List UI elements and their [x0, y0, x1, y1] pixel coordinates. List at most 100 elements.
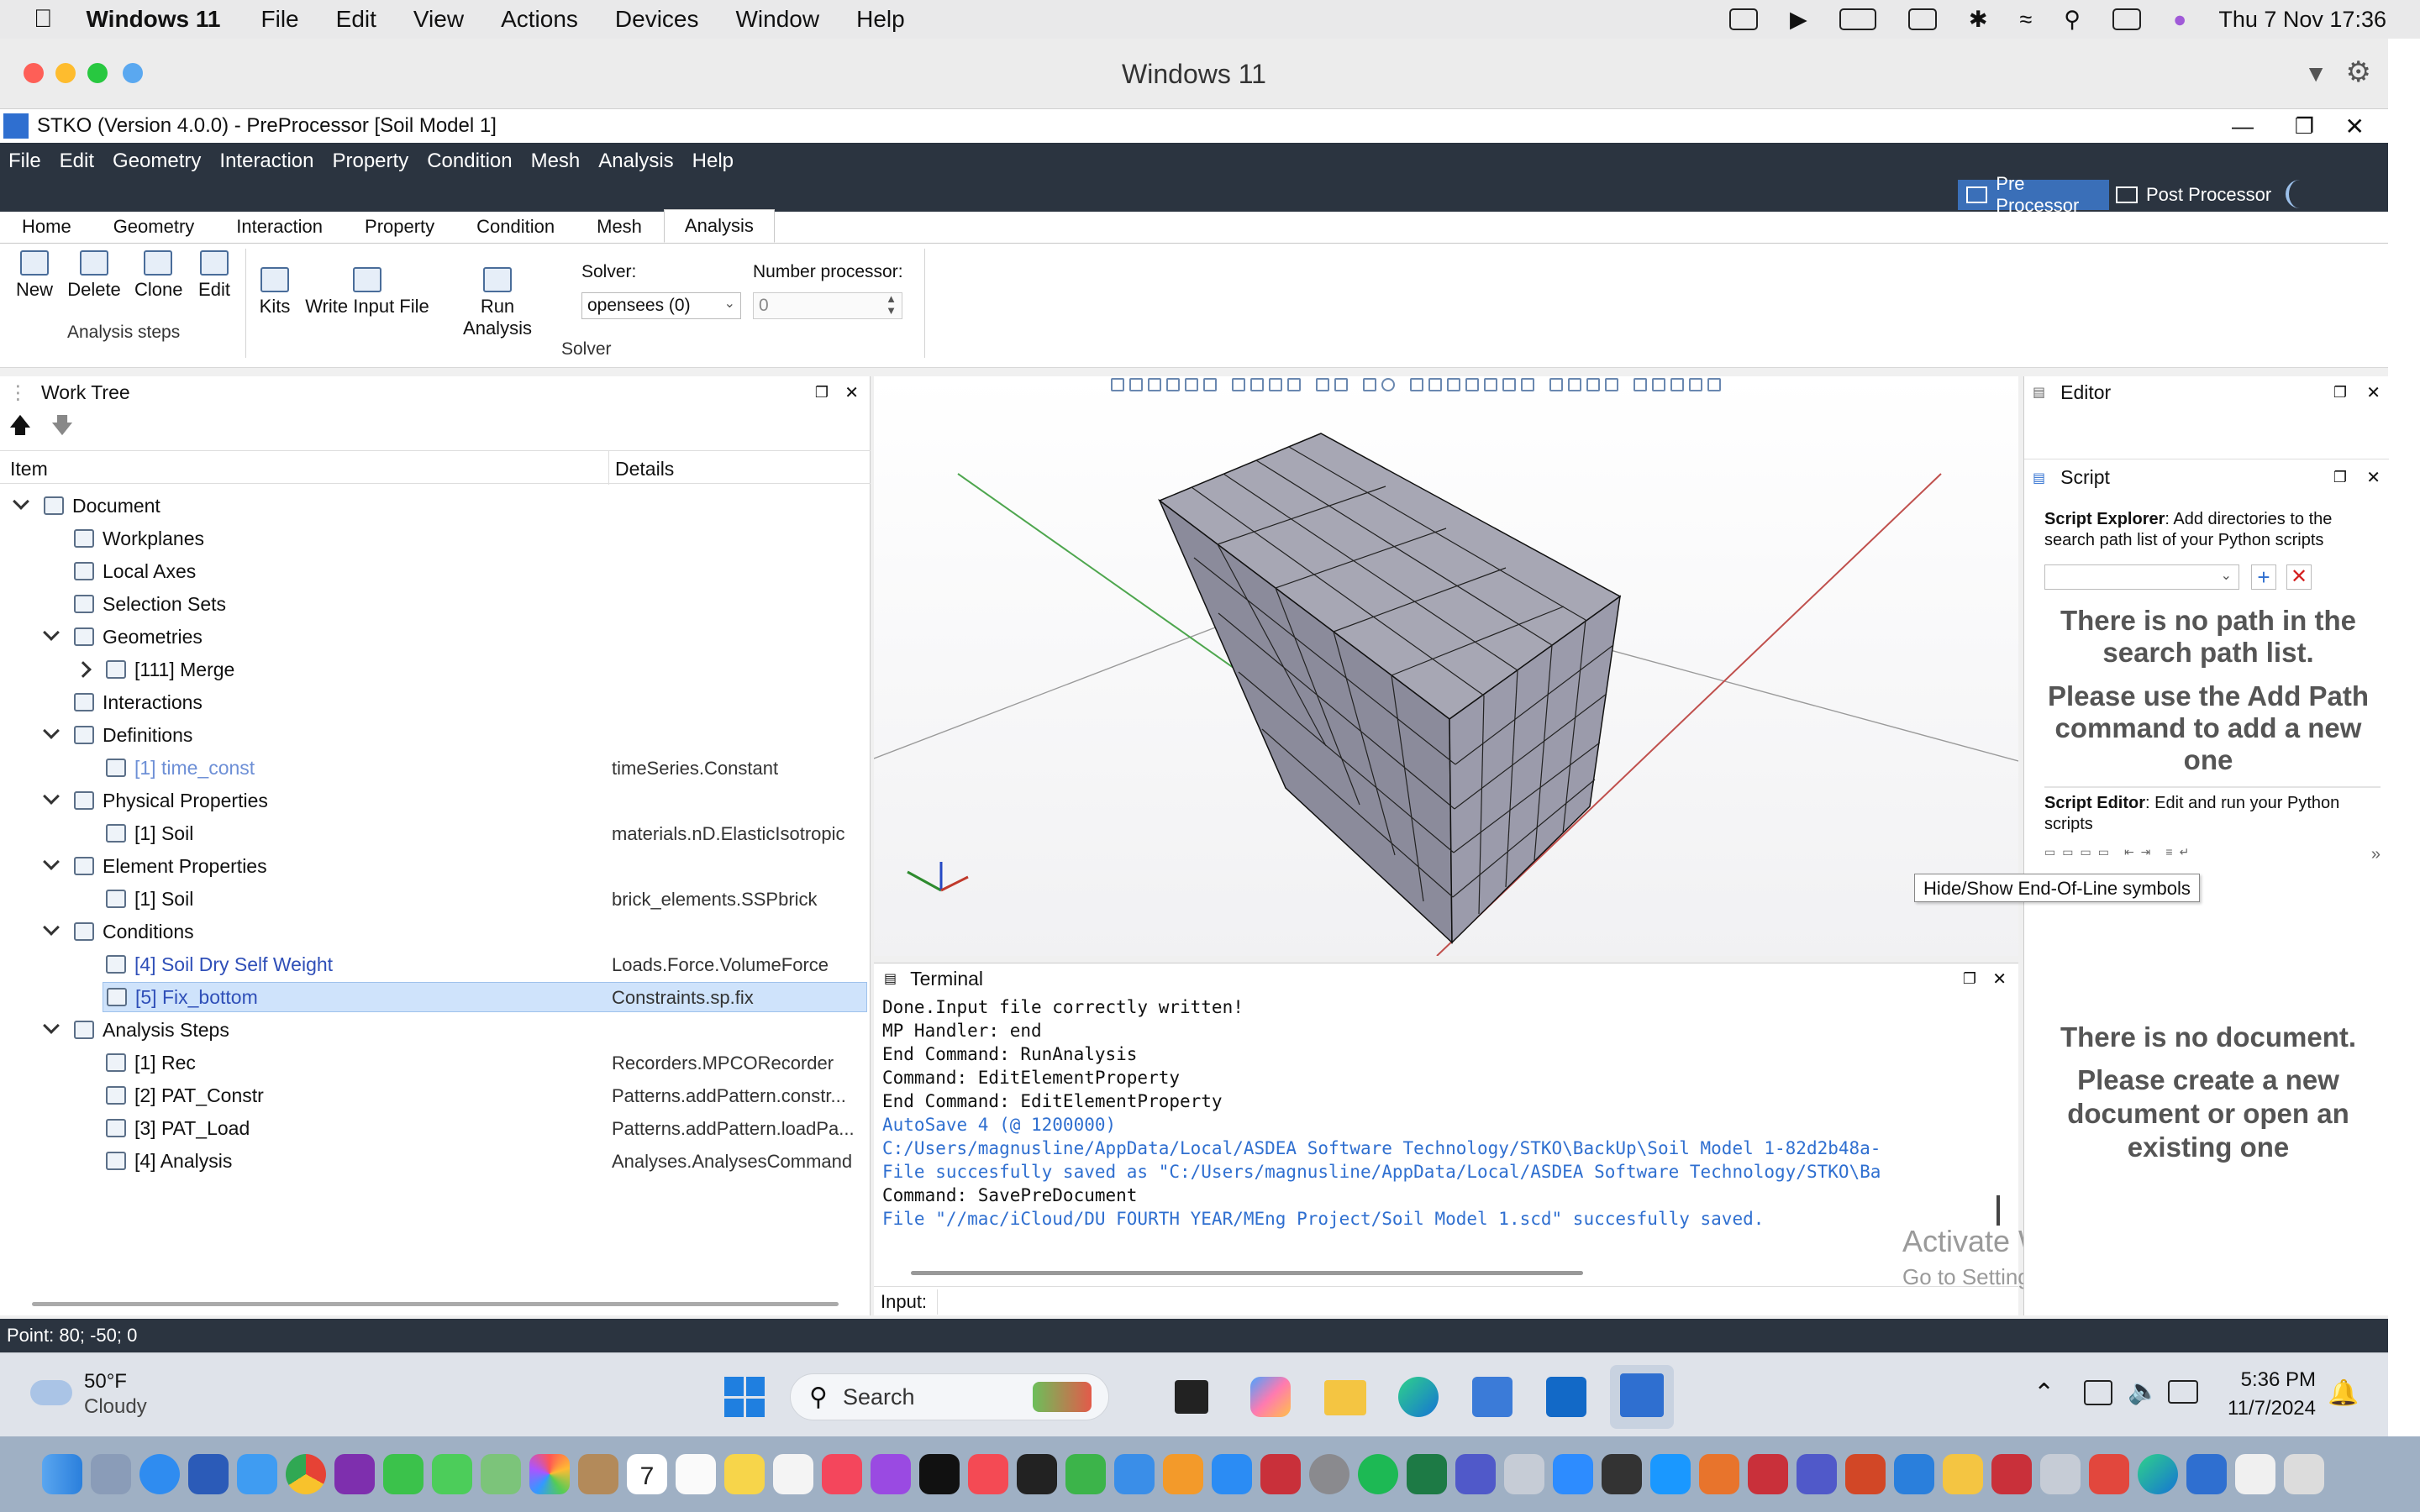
mesh-model[interactable]: [874, 376, 2018, 956]
tree-item[interactable]: Conditions: [0, 916, 867, 947]
column-item[interactable]: Item: [10, 458, 48, 480]
apple-tv-icon[interactable]: [919, 1454, 960, 1494]
move-up-button[interactable]: 🡅: [7, 410, 34, 438]
float-panel-icon[interactable]: ❐: [1963, 970, 1976, 988]
menu-geometry[interactable]: Geometry: [113, 150, 201, 173]
open-file-icon[interactable]: ▭: [2062, 845, 2073, 864]
tree-item[interactable]: [111] Merge: [0, 654, 867, 685]
prime-video-icon[interactable]: [1650, 1454, 1691, 1494]
mac-menu-edit[interactable]: Edit: [336, 6, 376, 33]
pre-processor-button[interactable]: Pre Processor: [1958, 173, 2109, 216]
stko-taskbar-icon[interactable]: [1610, 1365, 1674, 1429]
chrome-icon[interactable]: [286, 1454, 326, 1494]
tab-geometry[interactable]: Geometry: [93, 211, 215, 243]
photos-icon[interactable]: [529, 1454, 570, 1494]
taskbar-date[interactable]: 11/7/2024: [2210, 1397, 2316, 1420]
maps-icon[interactable]: [481, 1454, 521, 1494]
remove-path-button[interactable]: ✕: [2286, 564, 2312, 590]
wifi-icon[interactable]: ≈: [2019, 7, 2032, 33]
write-input-file-button[interactable]: Write Input File: [304, 267, 430, 318]
word-icon[interactable]: [188, 1454, 229, 1494]
tree-item[interactable]: Definitions: [0, 720, 867, 750]
stko-dock-icon[interactable]: [2186, 1454, 2227, 1494]
matlab-icon[interactable]: [1699, 1454, 1739, 1494]
mac-clock[interactable]: Thu 7 Nov 17:36: [2218, 7, 2386, 33]
notes-icon[interactable]: [724, 1454, 765, 1494]
number-processor-stepper[interactable]: 0 ▲ ▼: [753, 292, 902, 319]
fullscreen-button[interactable]: [123, 63, 143, 83]
zoom-window-button[interactable]: [87, 63, 108, 83]
tree-item[interactable]: Selection Sets: [0, 589, 867, 619]
save-as-icon[interactable]: ▭: [2098, 845, 2109, 864]
outdent-icon[interactable]: ⇥: [2141, 845, 2151, 864]
siri-icon[interactable]: ●: [2173, 7, 2186, 33]
close-window-button[interactable]: [24, 63, 44, 83]
menu-edit[interactable]: Edit: [60, 150, 94, 173]
float-panel-icon[interactable]: ❐: [815, 384, 829, 402]
tab-property[interactable]: Property: [345, 211, 455, 243]
play-icon[interactable]: ▶: [1790, 7, 1807, 33]
post-processor-button[interactable]: Post Processor: [2116, 180, 2271, 210]
tree-item[interactable]: Local Axes: [0, 556, 867, 586]
volume-icon[interactable]: 🔈: [2128, 1377, 2159, 1406]
kits-button[interactable]: Kits: [257, 267, 292, 318]
store-icon[interactable]: [1472, 1377, 1512, 1417]
stko-restore-button[interactable]: ❐: [2295, 113, 2314, 139]
pdf-icon[interactable]: [2089, 1454, 2129, 1494]
task-view-icon[interactable]: [1175, 1380, 1208, 1414]
spotlight-search-icon[interactable]: ⚲: [2064, 7, 2081, 33]
stocks-icon[interactable]: [1017, 1454, 1057, 1494]
horizontal-scrollbar[interactable]: [911, 1271, 1583, 1275]
battery-icon[interactable]: [1839, 8, 1876, 30]
numbers-icon[interactable]: [1065, 1454, 1106, 1494]
mac-menu-help[interactable]: Help: [856, 6, 905, 33]
bluetooth-icon[interactable]: ✱: [1969, 7, 1988, 33]
taskbar-search-box[interactable]: ⚲ Search: [790, 1373, 1109, 1420]
vm-dropdown-icon[interactable]: ▼: [2304, 60, 2328, 87]
clone-step-button[interactable]: Clone: [134, 250, 182, 301]
outlook-icon[interactable]: [1546, 1377, 1586, 1417]
end-of-line-icon[interactable]: ↵: [2180, 845, 2190, 864]
file-explorer-icon[interactable]: [1324, 1380, 1366, 1415]
close-panel-icon[interactable]: ✕: [844, 382, 859, 403]
new-file-icon[interactable]: ▭: [2044, 845, 2055, 864]
menu-mesh[interactable]: Mesh: [531, 150, 581, 173]
tab-condition[interactable]: Condition: [456, 211, 575, 243]
finder-icon[interactable]: [42, 1454, 82, 1494]
podcasts-icon[interactable]: [871, 1454, 911, 1494]
tab-analysis[interactable]: Analysis: [663, 209, 775, 243]
weather-widget[interactable]: 50°F Cloudy: [30, 1370, 190, 1422]
tree-item[interactable]: Analysis Steps: [0, 1015, 867, 1045]
tab-home[interactable]: Home: [2, 211, 92, 243]
tray-chevron-icon[interactable]: ⌃: [2033, 1378, 2054, 1408]
windows-store-icon[interactable]: [1991, 1454, 2032, 1494]
powerpoint-icon[interactable]: [1845, 1454, 1886, 1494]
close-panel-icon[interactable]: ✕: [1992, 969, 2007, 990]
teams-windows-icon[interactable]: [1797, 1454, 1837, 1494]
keyboard-icon[interactable]: [1907, 8, 1937, 30]
mac-menu-view[interactable]: View: [413, 6, 464, 33]
parallels-desktop-icon[interactable]: [1602, 1454, 1642, 1494]
new-step-button[interactable]: New: [15, 250, 54, 301]
calendar-icon[interactable]: 7: [627, 1454, 667, 1494]
onenote-icon[interactable]: [334, 1454, 375, 1494]
document-icon[interactable]: [2235, 1454, 2275, 1494]
windows-start-icon[interactable]: [1894, 1454, 1934, 1494]
delete-step-button[interactable]: Delete: [67, 250, 121, 301]
float-panel-icon[interactable]: ❐: [2333, 384, 2347, 402]
column-details[interactable]: Details: [615, 458, 674, 480]
folder-icon[interactable]: [1943, 1454, 1983, 1494]
tab-interaction[interactable]: Interaction: [216, 211, 343, 243]
tree-item[interactable]: Geometries: [0, 622, 867, 652]
apple-icon[interactable]: : [34, 5, 53, 34]
mac-menu-devices[interactable]: Devices: [615, 6, 699, 33]
stko-minimize-button[interactable]: —: [2232, 113, 2254, 139]
windows-vm-icon[interactable]: [2040, 1454, 2081, 1494]
stko-close-button[interactable]: ✕: [2345, 113, 2365, 140]
teams-icon[interactable]: [1455, 1454, 1496, 1494]
network-icon[interactable]: [2084, 1380, 2112, 1405]
music-icon[interactable]: [822, 1454, 862, 1494]
zoom-icon[interactable]: [1553, 1454, 1593, 1494]
launchpad-icon[interactable]: [91, 1454, 131, 1494]
news-icon[interactable]: [968, 1454, 1008, 1494]
